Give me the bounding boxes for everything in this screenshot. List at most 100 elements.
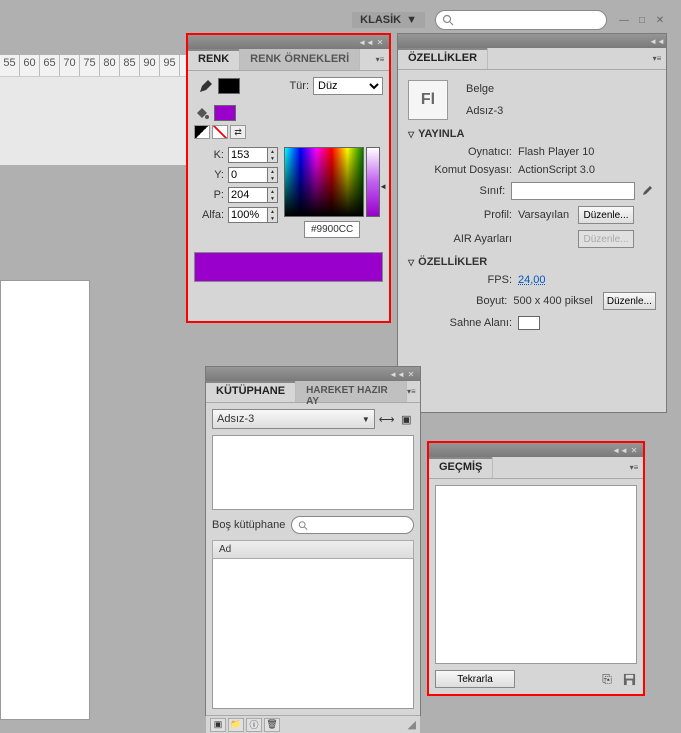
maximize-button[interactable]: □ (635, 13, 649, 27)
tab-ozellikler[interactable]: ÖZELLİKLER (398, 48, 488, 69)
delete-button[interactable]: 🗑 (264, 718, 280, 732)
belge-label: Belge (466, 83, 503, 95)
collapse-icon[interactable]: ◄◄ (652, 36, 662, 46)
profil-edit-button[interactable]: Düzenle... (578, 206, 634, 224)
minimize-button[interactable]: — (617, 13, 631, 27)
color-preview (194, 252, 383, 282)
ruler-tick: 85 (120, 55, 140, 76)
tab-gecmis[interactable]: GEÇMİŞ (429, 457, 493, 478)
close-icon[interactable]: ✕ (629, 445, 639, 455)
pencil-icon (198, 78, 214, 94)
sinif-input[interactable] (511, 182, 635, 200)
ruler-tick: 95 (160, 55, 180, 76)
library-preview (212, 435, 414, 510)
ruler-tick: 65 (40, 55, 60, 76)
ozellik-section-header[interactable]: ▽ ÖZELLİKLER (408, 256, 656, 268)
bucket-icon (194, 105, 210, 121)
document-icon: Fl (408, 80, 448, 120)
collapse-icon[interactable]: ◄◄ (615, 445, 625, 455)
new-symbol-button[interactable]: ▣ (210, 718, 226, 732)
color-panel: ◄◄ ✕ RENK RENK ÖRNEKLERİ ▾≡ Tür: Düz (186, 33, 391, 323)
tur-label: Tür: (289, 80, 309, 92)
black-white-icon[interactable] (194, 125, 210, 139)
dropdown-arrow-icon: ▼ (362, 415, 370, 424)
stage-canvas[interactable] (0, 280, 90, 720)
fill-swatch[interactable] (214, 105, 236, 121)
panel-menu-icon[interactable]: ▾≡ (652, 54, 662, 64)
resize-handle-icon[interactable]: ◢ (408, 718, 416, 731)
hue-slider[interactable]: ◄ (366, 147, 380, 217)
stage-color-swatch[interactable] (518, 316, 540, 330)
y-label: Y: (194, 169, 224, 181)
library-search[interactable] (291, 516, 414, 534)
search-input[interactable] (454, 14, 594, 26)
fps-value[interactable]: 24,00 (518, 274, 546, 286)
boyut-label: Boyut: (422, 295, 507, 307)
panel-menu-icon[interactable]: ▾≡ (407, 387, 416, 397)
close-icon[interactable]: ✕ (406, 369, 416, 379)
k-input[interactable] (228, 147, 268, 163)
oynatici-value: Flash Player 10 (518, 146, 594, 158)
oynatici-label: Oynatıcı: (422, 146, 512, 158)
fps-label: FPS: (422, 274, 512, 286)
p-input[interactable] (228, 187, 268, 203)
komut-label: Komut Dosyası: (422, 164, 512, 176)
workspace-dropdown[interactable]: KLASİK ▼ (352, 12, 425, 28)
library-doc-select[interactable]: Adsız-3 ▼ (212, 409, 375, 429)
edit-class-icon[interactable] (641, 183, 656, 199)
close-icon[interactable]: ✕ (375, 37, 385, 47)
timeline-ruler: 55 60 65 70 75 80 85 90 95 (0, 55, 190, 165)
library-search-input[interactable] (308, 519, 407, 531)
copy-icon[interactable]: ⎘ (599, 671, 615, 687)
no-color-icon[interactable] (212, 125, 228, 139)
hex-value[interactable]: #9900CC (304, 221, 360, 238)
chevron-down-icon: ▽ (408, 258, 414, 267)
properties-button[interactable]: ⓘ (246, 718, 262, 732)
komut-value: ActionScript 3.0 (518, 164, 595, 176)
ruler-tick: 75 (80, 55, 100, 76)
p-label: P: (194, 189, 224, 201)
stroke-swatch[interactable] (218, 78, 240, 94)
search-box[interactable] (435, 10, 607, 30)
new-library-icon[interactable]: ▣ (399, 411, 414, 427)
close-button[interactable]: ✕ (653, 13, 667, 27)
new-folder-button[interactable]: 📁 (228, 718, 244, 732)
ruler-tick: 80 (100, 55, 120, 76)
alfa-input[interactable] (228, 207, 268, 223)
pin-icon[interactable]: ⟷ (379, 411, 395, 427)
library-column-header[interactable]: Ad (212, 540, 414, 559)
library-item-list[interactable] (212, 559, 414, 709)
collapse-icon[interactable]: ◄◄ (392, 369, 402, 379)
history-panel: ◄◄ ✕ GEÇMİŞ ▾≡ Tekrarla ⎘ (427, 441, 645, 696)
k-spinner[interactable]: ▲▼ (268, 147, 278, 163)
history-list[interactable] (435, 485, 637, 664)
tab-renk-ornekleri[interactable]: RENK ÖRNEKLERİ (240, 49, 360, 70)
y-input[interactable] (228, 167, 268, 183)
tekrarla-button[interactable]: Tekrarla (435, 670, 515, 688)
workspace-label: KLASİK (360, 14, 401, 26)
empty-library-label: Boş kütüphane (212, 519, 285, 531)
air-edit-button: Düzenle... (578, 230, 634, 248)
yayinla-section-header[interactable]: ▽ YAYINLA (408, 128, 656, 140)
search-icon (442, 14, 454, 26)
boyut-edit-button[interactable]: Düzenle... (603, 292, 656, 310)
panel-menu-icon[interactable]: ▾≡ (375, 55, 385, 65)
save-icon[interactable] (621, 671, 637, 687)
panel-menu-icon[interactable]: ▾≡ (629, 463, 639, 473)
tab-hareket[interactable]: HAREKET HAZIR AY (296, 381, 407, 402)
p-spinner[interactable]: ▲▼ (268, 187, 278, 203)
y-spinner[interactable]: ▲▼ (268, 167, 278, 183)
dropdown-arrow-icon: ▼ (406, 14, 417, 26)
color-spectrum[interactable] (284, 147, 364, 217)
fill-type-select[interactable]: Düz (313, 77, 383, 95)
tab-kutuphane[interactable]: KÜTÜPHANE (206, 381, 296, 402)
tab-renk[interactable]: RENK (188, 49, 240, 70)
alfa-spinner[interactable]: ▲▼ (268, 207, 278, 223)
profil-value: Varsayılan (518, 209, 572, 221)
document-name: Adsız-3 (466, 105, 503, 117)
sahne-label: Sahne Alanı: (422, 317, 512, 329)
boyut-value: 500 x 400 piksel (513, 295, 596, 307)
swap-colors-icon[interactable]: ⇄ (230, 125, 246, 139)
library-panel: ◄◄ ✕ KÜTÜPHANE HAREKET HAZIR AY ▾≡ Adsız… (205, 366, 421, 716)
collapse-icon[interactable]: ◄◄ (361, 37, 371, 47)
